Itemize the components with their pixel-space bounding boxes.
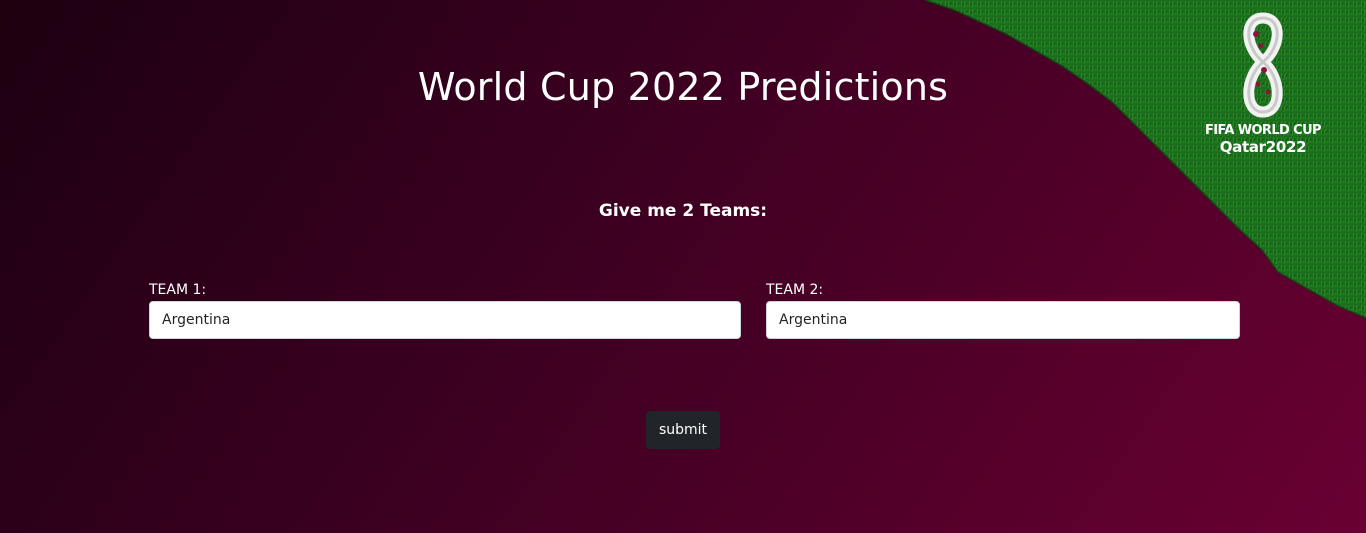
team2-input[interactable] bbox=[766, 301, 1240, 339]
team1-field-group: TEAM 1: bbox=[149, 280, 741, 339]
team1-input[interactable] bbox=[149, 301, 741, 339]
form-subtitle: Give me 2 Teams: bbox=[598, 201, 768, 221]
logo-text-fifa-world-cup: FIFA WORLD CUP bbox=[1205, 123, 1322, 138]
team2-label: TEAM 2: bbox=[766, 282, 824, 298]
team1-label: TEAM 1: bbox=[149, 282, 207, 298]
logo-text-qatar-2022: Qatar2022 bbox=[1219, 138, 1307, 156]
team2-field-group: TEAM 2: bbox=[766, 280, 1240, 339]
submit-button[interactable]: submit bbox=[646, 411, 720, 449]
world-cup-emblem-icon bbox=[1243, 12, 1283, 118]
page-title: World Cup 2022 Predictions bbox=[417, 65, 949, 109]
fifa-world-cup-logo: FIFA WORLD CUP Qatar2022 bbox=[1196, 10, 1330, 160]
